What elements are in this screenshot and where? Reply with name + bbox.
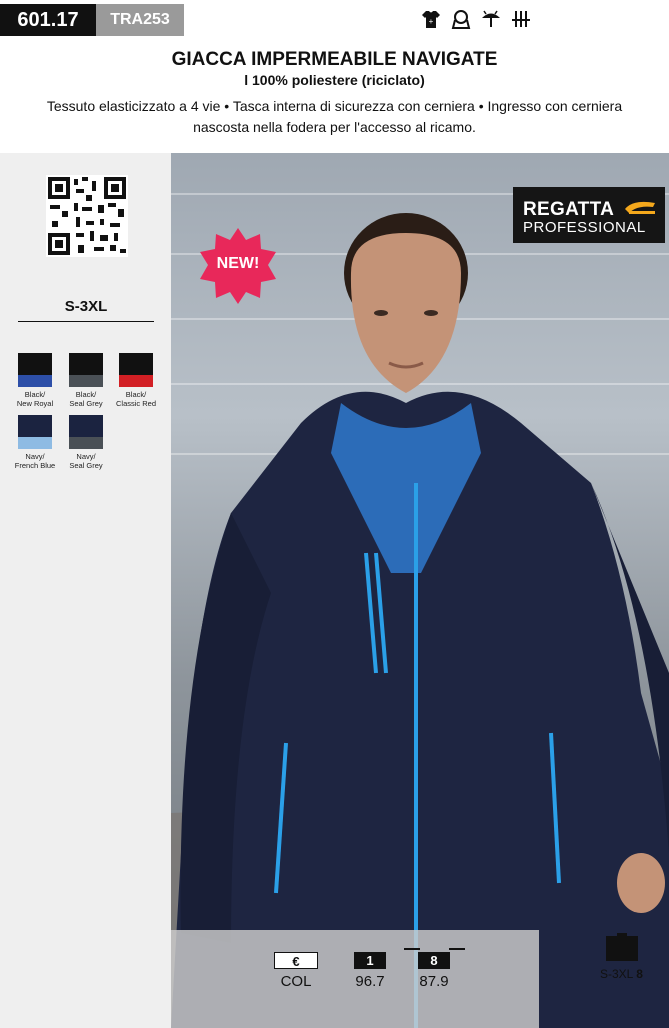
hood-icon [450, 8, 472, 30]
product-material: l 100% poliestere (riciclato) [244, 72, 425, 88]
qr-code-icon[interactable] [46, 175, 128, 257]
swatch-top [69, 415, 103, 437]
tier-mark [404, 948, 420, 950]
breathable-icon [510, 8, 532, 30]
swatch-top [18, 353, 52, 375]
swatch-label: Black/Seal Grey [69, 390, 103, 408]
brand-subline: PROFESSIONAL [523, 219, 646, 236]
tshirt-icon: + [420, 8, 442, 30]
box-icon [606, 933, 638, 961]
box-sizes: S-3XL [600, 967, 633, 981]
swatch-bottom [69, 375, 103, 387]
swatch-top [18, 415, 52, 437]
umbrella-rain-icon [480, 8, 502, 30]
price-tier-2-value: 87.9 [419, 973, 449, 990]
price-currency-value: COL [280, 973, 312, 990]
product-title: GIACCA IMPERMEABILE NAVIGATE [171, 49, 498, 70]
new-badge-label: NEW! [216, 255, 260, 272]
size-range: S-3XL [64, 298, 108, 315]
care-icons: + [420, 8, 532, 30]
swatch-label: Navy/Seal Grey [69, 452, 103, 470]
product-sidebar: S-3XL Black/New Royal Black/Seal Grey Bl… [0, 153, 171, 1028]
price-tier-1-value: 96.7 [355, 973, 385, 990]
supplier-code: TRA253 [96, 4, 184, 36]
color-swatch[interactable] [69, 415, 103, 449]
box-info: S-3XL 8 [600, 967, 643, 981]
swatch-bottom [18, 375, 52, 387]
product-header: 601.17 TRA253 + GIACCA IMPERMEABILE NAVI… [0, 0, 669, 153]
svg-text:+: + [429, 17, 434, 26]
color-swatch[interactable] [69, 353, 103, 387]
product-description: Tessuto elasticizzato a 4 vie • Tasca in… [46, 98, 623, 135]
swatch-label: Black/Classic Red [115, 390, 156, 408]
swatch-label: Navy/French Blue [14, 452, 56, 470]
brand-swoosh-icon [625, 201, 655, 214]
swatch-top [69, 353, 103, 375]
swatch-label: Black/New Royal [16, 390, 54, 408]
swatch-bottom [69, 437, 103, 449]
box-quantity: 8 [636, 967, 643, 981]
color-swatch[interactable] [119, 353, 153, 387]
swatch-top [119, 353, 153, 375]
brand-logo: REGATTA PROFESSIONAL [513, 187, 665, 243]
price-tier-2-label: 8 [418, 952, 450, 969]
swatch-bottom [18, 437, 52, 449]
price-tier-1-label: 1 [354, 952, 386, 969]
brand-name: REGATTA [523, 199, 615, 220]
product-code: 601.17 [0, 4, 96, 36]
color-swatch[interactable] [18, 353, 52, 387]
price-currency-label: € [274, 952, 318, 969]
tier-mark [449, 948, 465, 950]
color-swatch[interactable] [18, 415, 52, 449]
swatch-bottom [119, 375, 153, 387]
divider [18, 321, 154, 322]
